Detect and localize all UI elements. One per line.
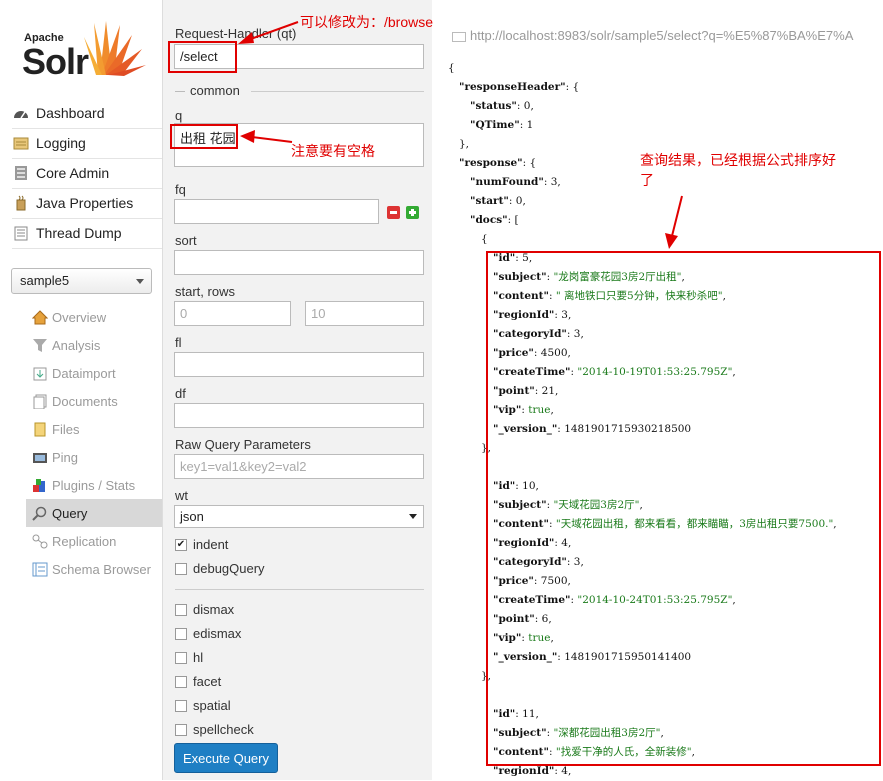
result-annotation: 查询结果，已经根据公式排序好了 — [640, 152, 836, 188]
arrow-line — [671, 195, 683, 237]
space-annotation: 注意要有空格 — [291, 143, 375, 159]
arrow-head-icon — [665, 233, 678, 249]
arrow-head-icon — [240, 130, 255, 143]
arrow-head-icon — [238, 32, 254, 44]
arrow-line — [251, 136, 293, 143]
handler-annotation: 可以修改为：/browse — [300, 14, 434, 30]
annotation-arrows — [238, 21, 683, 249]
arrow-line — [247, 21, 299, 41]
